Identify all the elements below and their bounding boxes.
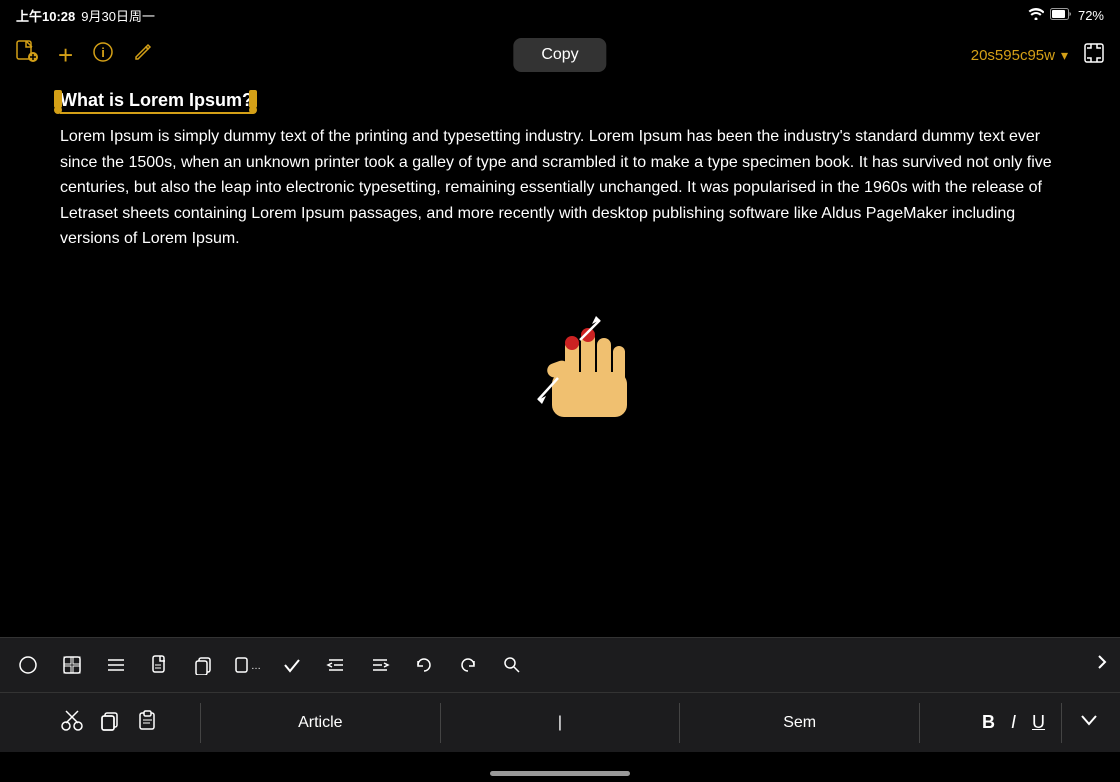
- doc-id: 20s595c95w: [971, 47, 1055, 64]
- cut-icon[interactable]: [61, 709, 83, 737]
- kb-undo-icon[interactable]: [404, 645, 444, 685]
- bottom-pipe-label: |: [441, 714, 680, 732]
- bottom-article-label: Article: [201, 714, 440, 732]
- kb-circle-icon[interactable]: [8, 645, 48, 685]
- article-label: Article: [298, 714, 342, 732]
- bottom-edit-icons: [0, 709, 200, 737]
- kb-copy-icon[interactable]: [184, 645, 224, 685]
- status-date: 9月30日周一: [81, 6, 155, 25]
- pen-icon[interactable]: [133, 42, 153, 68]
- keyboard-toolbar: …: [0, 637, 1120, 692]
- kb-ellipsis-copy-icon[interactable]: …: [228, 645, 268, 685]
- top-toolbar: + i Copy 20s595c95w ▾: [0, 30, 1120, 80]
- kb-lines-icon[interactable]: [96, 645, 136, 685]
- copy-bottom-icon[interactable]: [99, 709, 121, 737]
- bottom-sem-label: Sem: [680, 714, 919, 732]
- keyboard-hide-button[interactable]: [1078, 709, 1100, 737]
- home-indicator: [490, 771, 630, 776]
- kb-check-icon[interactable]: [272, 645, 312, 685]
- wifi-icon: [1028, 8, 1044, 23]
- paste-icon[interactable]: [137, 709, 159, 737]
- kb-indent-left-icon[interactable]: [316, 645, 356, 685]
- doc-body: Lorem Ipsum is simply dummy text of the …: [60, 124, 1060, 252]
- bold-button[interactable]: B: [982, 712, 995, 733]
- doc-id-area: 20s595c95w ▾: [971, 43, 1104, 68]
- bottom-row: Article | Sem B I U: [0, 692, 1120, 752]
- kb-redo-icon[interactable]: [448, 645, 488, 685]
- svg-text:…: …: [251, 661, 261, 672]
- kb-doc-icon[interactable]: [140, 645, 180, 685]
- kb-indent-right-icon[interactable]: [360, 645, 400, 685]
- italic-button[interactable]: I: [1011, 712, 1016, 733]
- gesture-svg: [480, 280, 640, 440]
- status-bar: 上午10:28 9月30日周一 72%: [0, 0, 1120, 30]
- status-right: 72%: [1028, 8, 1104, 23]
- bottom-format-icons: B I U: [920, 703, 1120, 743]
- format-separator: [1061, 703, 1062, 743]
- new-doc-icon[interactable]: [16, 40, 38, 70]
- kb-search-icon[interactable]: [492, 645, 532, 685]
- sem-label: Sem: [783, 714, 816, 732]
- kb-square-icon[interactable]: [52, 645, 92, 685]
- status-time: 上午10:28: [16, 6, 75, 25]
- svg-text:i: i: [101, 45, 105, 60]
- kb-expand-icon[interactable]: [1092, 652, 1112, 678]
- add-icon[interactable]: +: [58, 40, 73, 71]
- copy-button[interactable]: Copy: [513, 38, 606, 72]
- info-icon[interactable]: i: [93, 42, 113, 68]
- doc-id-chevron[interactable]: ▾: [1061, 47, 1068, 64]
- battery-percent: 72%: [1078, 8, 1104, 23]
- pipe-label: |: [558, 714, 562, 732]
- battery-icon: [1050, 8, 1072, 23]
- underline-button[interactable]: U: [1032, 712, 1045, 733]
- gesture-illustration: [480, 280, 640, 440]
- selection-cursor-right: [249, 90, 257, 108]
- selection-cursor-left: [54, 90, 62, 108]
- doc-title: What is Lorem Ipsum?: [60, 90, 253, 114]
- expand-icon[interactable]: [1084, 43, 1104, 68]
